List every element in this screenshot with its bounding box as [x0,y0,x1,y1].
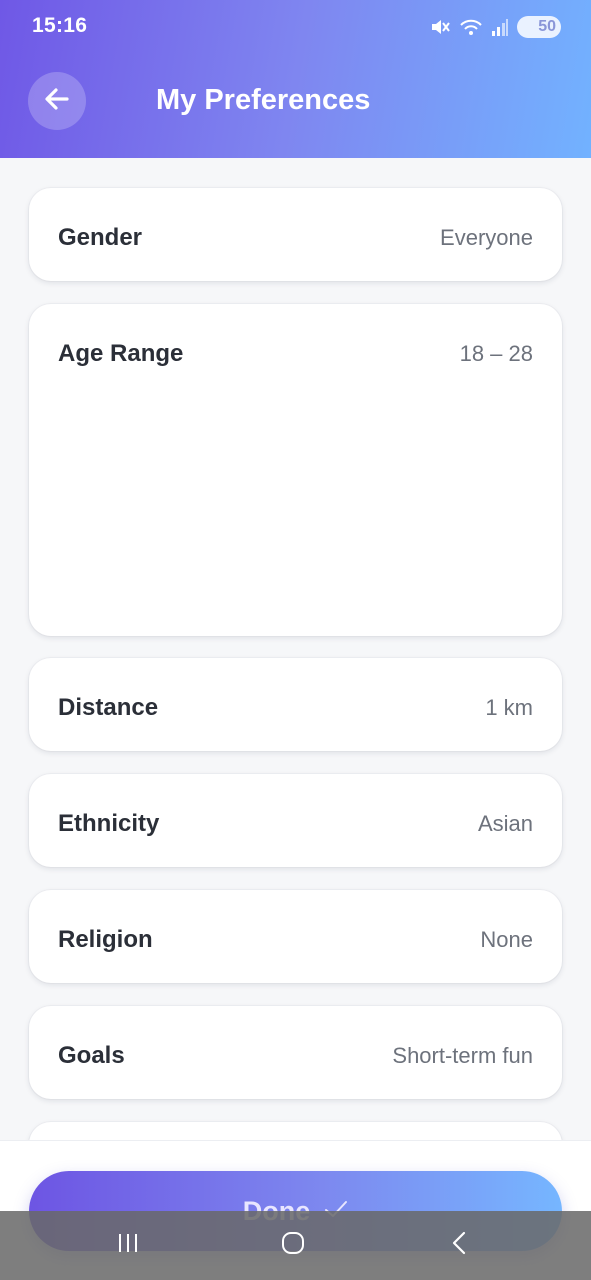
back-icon [449,1230,469,1261]
mute-icon [429,16,451,38]
status-time: 15:16 [32,14,88,37]
status-bar: 15:16 50 [0,0,591,54]
goals-row[interactable]: Goals Short-term fun [29,1006,562,1099]
recent-apps-button[interactable] [104,1229,152,1261]
page-title: My Preferences [156,84,371,116]
age-range-row[interactable]: Age Range 18 – 28 [29,304,562,636]
header: 15:16 50 My Preferences [0,0,591,158]
status-icons: 50 [429,14,561,40]
gender-value: Everyone [440,225,533,250]
back-button[interactable] [28,72,86,130]
arrow-left-icon [43,85,71,118]
recent-apps-icon [116,1232,140,1259]
navigation-bar [0,1211,591,1280]
signal-icon [491,16,509,38]
religion-value: None [480,927,533,952]
goals-value: Short-term fun [392,1043,533,1068]
distance-label: Distance [58,694,159,721]
religion-label: Religion [58,926,153,953]
religion-row[interactable]: Religion None [29,890,562,983]
distance-row[interactable]: Distance 1 km [29,658,562,751]
system-back-button[interactable] [435,1229,483,1261]
goals-label: Goals [58,1042,125,1069]
ethnicity-label: Ethnicity [58,810,160,837]
home-button[interactable] [269,1229,317,1261]
home-icon [280,1230,306,1261]
ethnicity-value: Asian [477,811,533,836]
wifi-icon [459,16,483,38]
ethnicity-row[interactable]: Ethnicity Asian [29,774,562,867]
age-range-label: Age Range [58,340,184,367]
age-range-value: 18 – 28 [459,341,533,366]
distance-value: 1 km [485,695,533,720]
battery-icon: 50 [517,16,561,38]
gender-row[interactable]: Gender Everyone [29,188,562,281]
gender-label: Gender [58,224,143,251]
